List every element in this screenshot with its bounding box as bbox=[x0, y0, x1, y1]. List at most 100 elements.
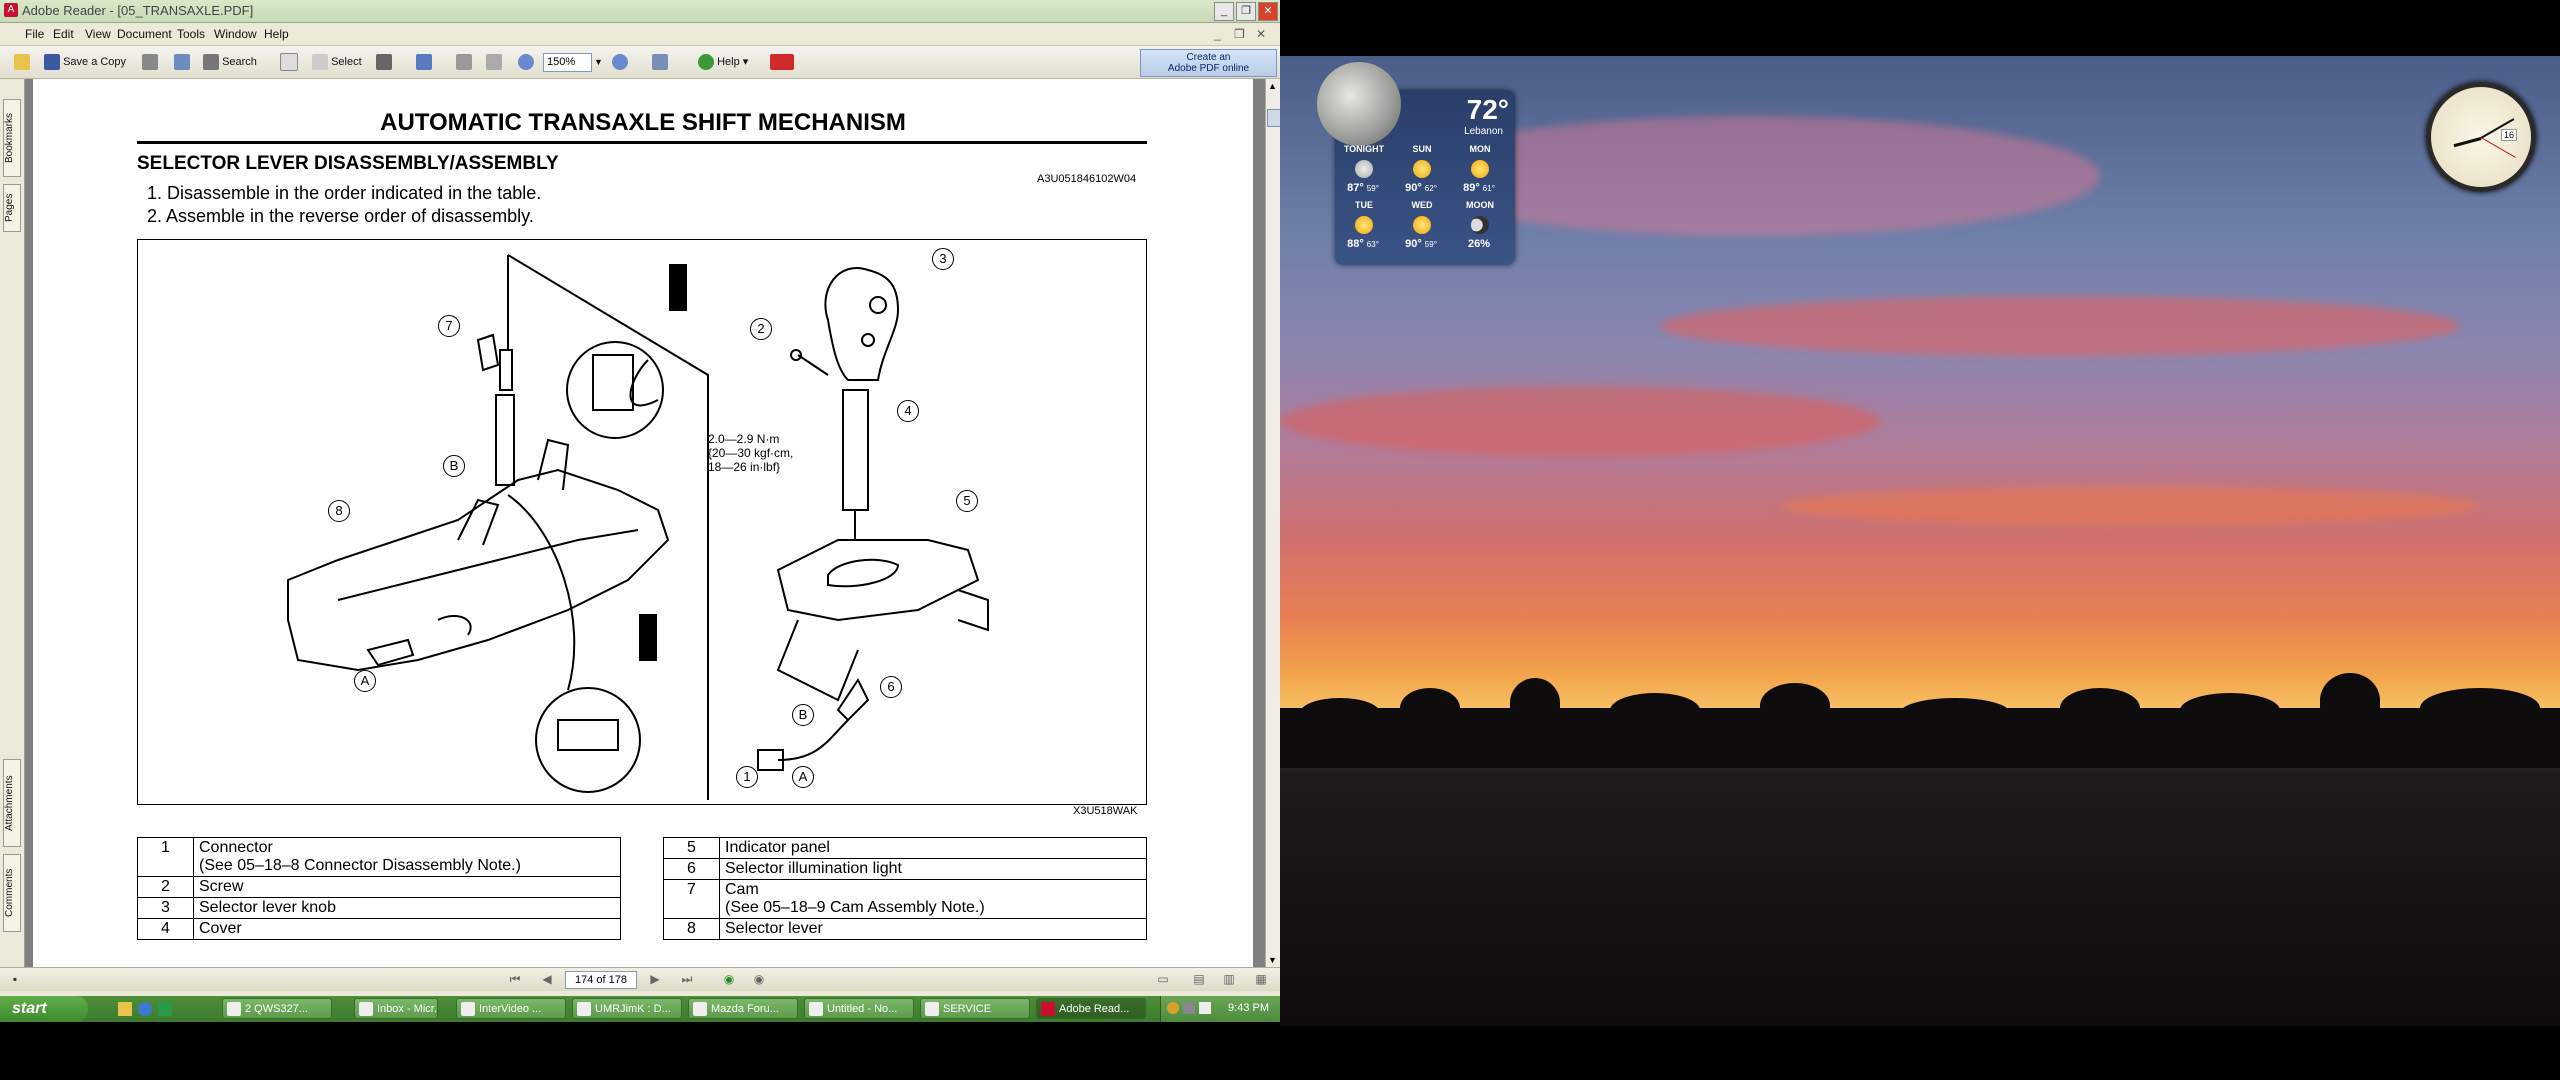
task-button[interactable]: Inbox - Micr... bbox=[354, 998, 438, 1019]
toolbar: Save a Copy Search Select 150% ▼ Help ▾ … bbox=[0, 46, 1280, 79]
table-row: 3 Selector lever knob bbox=[137, 897, 621, 919]
menu-window[interactable]: Window bbox=[214, 27, 257, 41]
clock-gadget[interactable]: 16 bbox=[2426, 82, 2536, 192]
title-bar[interactable]: A Adobe Reader - [05_TRANSAXLE.PDF] _ ❐ … bbox=[0, 0, 1280, 23]
search-button[interactable]: Search bbox=[203, 52, 257, 72]
callout-b-left: B bbox=[443, 455, 465, 477]
restore-button[interactable]: ❐ bbox=[1236, 2, 1256, 21]
single-page-icon[interactable]: ▭ bbox=[1156, 972, 1170, 986]
task-button[interactable]: Mazda Foru... bbox=[688, 998, 798, 1019]
hand-tool-icon[interactable] bbox=[280, 52, 298, 72]
menu-view[interactable]: View bbox=[85, 27, 111, 41]
print-icon[interactable] bbox=[142, 52, 158, 72]
last-page-button[interactable]: ⏭ bbox=[680, 972, 694, 986]
part-number: 1 bbox=[137, 837, 194, 877]
next-view-button[interactable]: ◉ bbox=[752, 972, 766, 986]
doc-close-icon[interactable]: ✕ bbox=[1256, 27, 1266, 41]
tray-icon[interactable] bbox=[1199, 1002, 1211, 1014]
task-button[interactable]: SERVICE bbox=[920, 998, 1030, 1019]
scroll-up-icon[interactable]: ▲ bbox=[1268, 81, 1277, 91]
quicklaunch-icon-2[interactable] bbox=[158, 1002, 172, 1016]
zoom-in-icon[interactable] bbox=[612, 52, 628, 72]
actual-size-icon[interactable] bbox=[456, 52, 472, 72]
snapshot-icon[interactable] bbox=[376, 52, 392, 72]
sun-icon bbox=[1413, 160, 1431, 178]
close-button[interactable]: ✕ bbox=[1258, 2, 1278, 21]
rotate-view-icon[interactable] bbox=[652, 52, 668, 72]
facing-icon[interactable]: ▥ bbox=[1222, 972, 1236, 986]
previous-view-button[interactable]: ◉ bbox=[722, 972, 736, 986]
task-button[interactable]: 2 QWS327... bbox=[222, 998, 332, 1019]
start-button[interactable]: start bbox=[0, 996, 88, 1022]
menu-tools[interactable]: Tools bbox=[177, 27, 205, 41]
doc-restore-icon[interactable]: ❐ bbox=[1234, 27, 1245, 41]
task-label: Untitled - No... bbox=[827, 1003, 898, 1015]
parts-table-right: 5 Indicator panel 6 Selector illumination … bbox=[663, 837, 1147, 940]
continuous-facing-icon[interactable]: ▦ bbox=[1254, 972, 1268, 986]
task-button[interactable]: InterVideo ... bbox=[456, 998, 566, 1019]
previous-page-button[interactable]: ◀ bbox=[540, 972, 554, 986]
help-button[interactable]: Help ▾ bbox=[698, 52, 748, 72]
part-label: Screw bbox=[193, 876, 621, 898]
create-pdf-online-button[interactable]: Create an Adobe PDF online bbox=[1140, 49, 1277, 77]
step-2: 2. Assemble in the reverse order of disa… bbox=[147, 206, 534, 226]
tab-comments[interactable]: Comments bbox=[3, 854, 21, 932]
continuous-icon[interactable]: ▤ bbox=[1192, 972, 1206, 986]
forecast-day: TONIGHT bbox=[1343, 144, 1385, 154]
zoom-level-field[interactable]: 150% bbox=[543, 53, 592, 72]
first-page-button[interactable]: ⏮ bbox=[508, 972, 522, 986]
menu-document[interactable]: Document bbox=[117, 27, 172, 41]
task-button[interactable]: UMRJimK : D... bbox=[572, 998, 682, 1019]
menu-edit[interactable]: Edit bbox=[53, 27, 74, 41]
callout-a-right: A bbox=[792, 766, 814, 788]
forecast-temp: 88° 63° bbox=[1335, 238, 1391, 250]
taskbar: start 2 QWS327... Inbox - Micr... InterV… bbox=[0, 996, 1281, 1022]
ymm-icon[interactable] bbox=[770, 52, 794, 72]
quicklaunch-icon[interactable] bbox=[118, 1002, 132, 1016]
next-page-button[interactable]: ▶ bbox=[648, 972, 662, 986]
sun-icon bbox=[1413, 216, 1431, 234]
save-copy-button[interactable]: Save a Copy bbox=[44, 52, 126, 72]
tray-icon[interactable] bbox=[1183, 1002, 1195, 1014]
ie-icon[interactable] bbox=[138, 1002, 152, 1016]
moon-illumination: 26% bbox=[1467, 238, 1491, 250]
select-tool-button[interactable]: Select bbox=[312, 52, 362, 72]
doc-minimize-icon[interactable]: _ bbox=[1214, 27, 1221, 41]
task-button-active[interactable]: Adobe Read... bbox=[1036, 998, 1146, 1019]
tray-icon[interactable] bbox=[1167, 1002, 1179, 1014]
step-1: 1. Disassemble in the order indicated in… bbox=[147, 183, 542, 203]
view-menu-icon[interactable]: ▪ bbox=[8, 972, 22, 986]
tab-pages[interactable]: Pages bbox=[3, 184, 21, 232]
tab-bookmarks[interactable]: Bookmarks bbox=[3, 99, 21, 177]
current-temperature: 72° bbox=[1466, 94, 1509, 125]
document-view[interactable]: AUTOMATIC TRANSAXLE SHIFT MECHANISM SELE… bbox=[25, 79, 1265, 967]
email-icon[interactable] bbox=[174, 52, 190, 72]
menu-help[interactable]: Help bbox=[264, 27, 289, 41]
zoom-out-icon[interactable] bbox=[518, 52, 534, 72]
forecast-temp: 90° 62° bbox=[1393, 182, 1449, 194]
taskbar-clock[interactable]: 9:43 PM bbox=[1228, 1002, 1269, 1014]
weather-gadget[interactable]: 72° Lebanon TONIGHT SUN MON 87° 59° 90° … bbox=[1317, 62, 1515, 265]
cloud bbox=[1780, 486, 2480, 526]
tab-attachments[interactable]: Attachments bbox=[3, 759, 21, 847]
select-label: Select bbox=[331, 56, 362, 68]
forecast-temp: 89° 61° bbox=[1451, 182, 1507, 194]
fit-page-icon[interactable] bbox=[486, 52, 502, 72]
scroll-down-icon[interactable]: ▼ bbox=[1268, 955, 1277, 965]
vertical-scrollbar[interactable]: ▲ ▼ bbox=[1265, 79, 1281, 967]
left-monitor: A Adobe Reader - [05_TRANSAXLE.PDF] _ ❐ … bbox=[0, 0, 1281, 1024]
page-number-field[interactable]: 174 of 178 bbox=[565, 971, 637, 989]
open-icon[interactable] bbox=[14, 52, 30, 72]
minimize-button[interactable]: _ bbox=[1214, 2, 1234, 21]
task-button[interactable]: Untitled - No... bbox=[804, 998, 914, 1019]
forecast-day: MOON bbox=[1466, 200, 1494, 210]
forecast-low: 61° bbox=[1482, 184, 1495, 193]
menu-file[interactable]: File bbox=[25, 27, 44, 41]
torque-line-3: 18—26 in·lbf} bbox=[708, 460, 781, 474]
scroll-thumb[interactable] bbox=[1267, 109, 1281, 127]
part-number: 2 bbox=[137, 876, 194, 898]
help-icon bbox=[698, 54, 714, 71]
task-label: UMRJimK : D... bbox=[595, 1003, 671, 1015]
zoom-dropdown-icon[interactable]: ▼ bbox=[594, 52, 603, 72]
zoom-in-tool-icon[interactable] bbox=[416, 52, 432, 72]
